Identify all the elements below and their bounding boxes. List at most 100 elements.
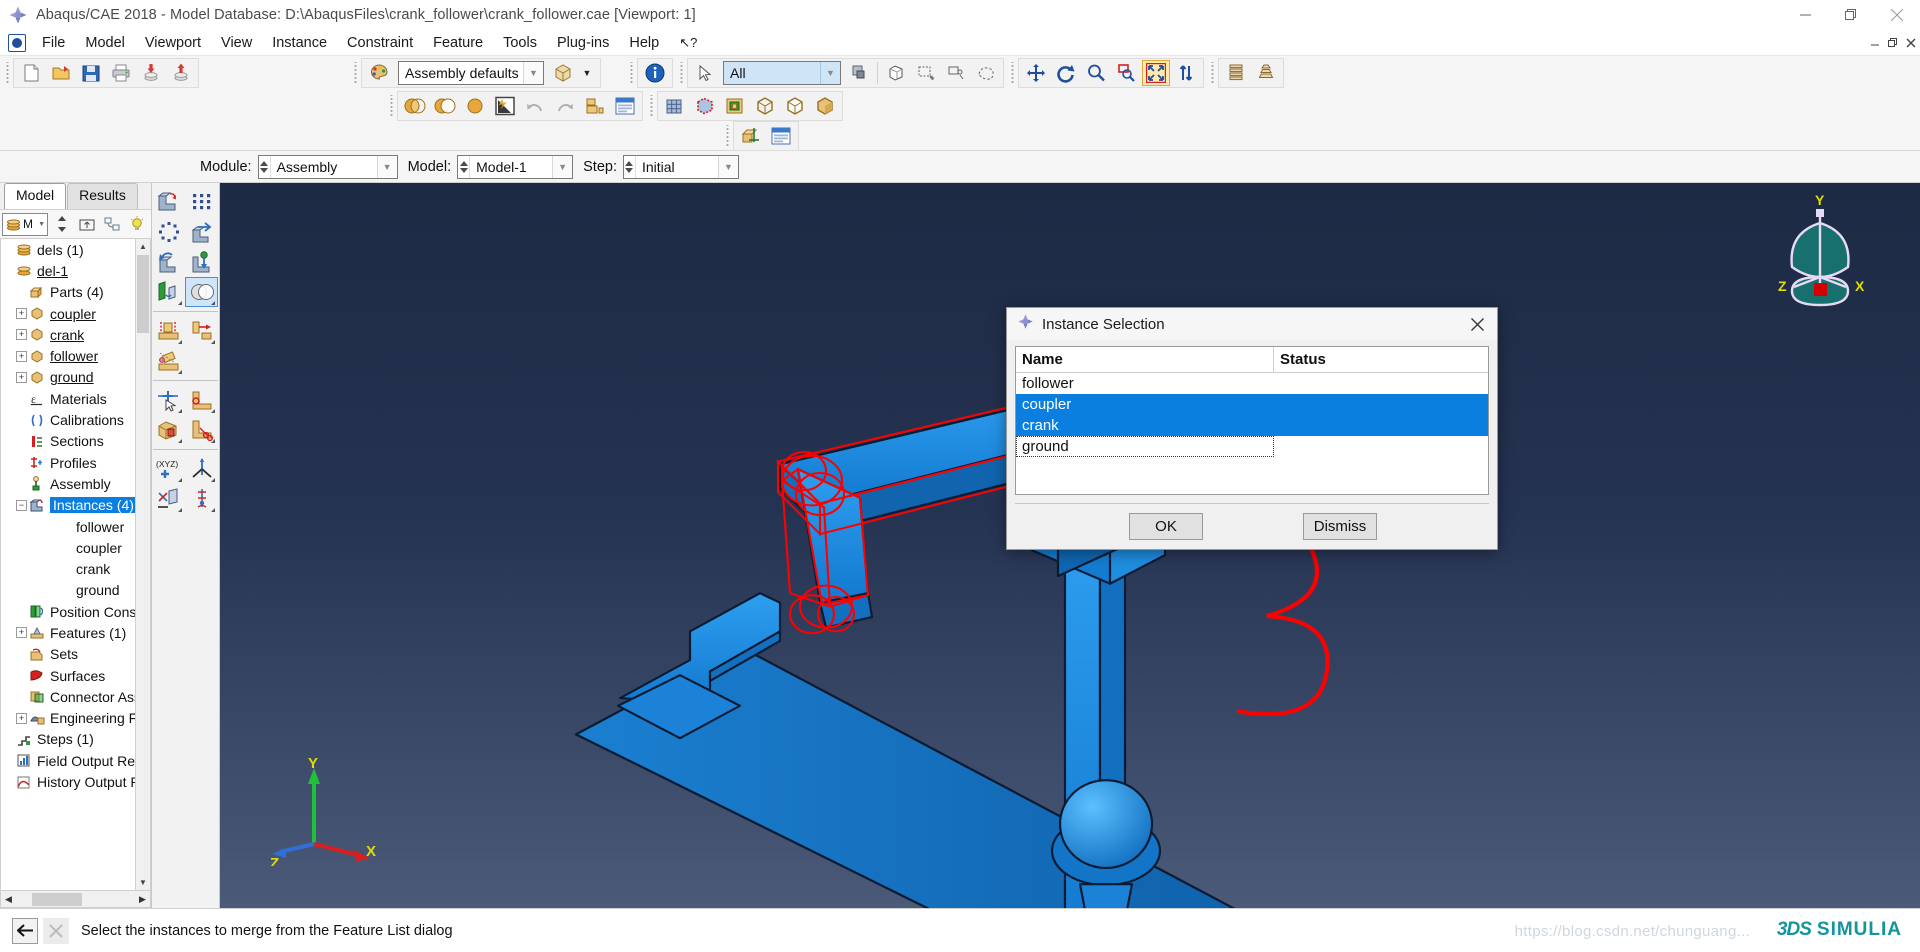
tree-sort-icon[interactable] — [50, 212, 73, 236]
shaded-icon[interactable] — [811, 93, 839, 119]
create-datum-axis-icon[interactable] — [185, 385, 218, 415]
selection-filter-combo[interactable]: All ▼ — [723, 61, 841, 85]
tree-item-sets[interactable]: Sets — [1, 644, 150, 665]
rotate-instance-icon[interactable] — [152, 247, 185, 277]
tool-flyout-corner[interactable] — [211, 409, 215, 413]
tree-item-position-constra[interactable]: Position Constra — [1, 601, 150, 622]
tree-item-assembly[interactable]: Assembly — [1, 473, 150, 494]
layer-ruler-icon[interactable] — [1222, 60, 1250, 86]
import-icon[interactable] — [137, 60, 165, 86]
tree-vertical-scrollbar[interactable]: ▲ ▼ — [135, 239, 150, 890]
dismiss-button[interactable]: Dismiss — [1303, 513, 1377, 540]
datum-csys-icon[interactable]: (XYZ) — [152, 454, 185, 484]
drag-shapes-icon[interactable] — [882, 60, 910, 86]
auto-fit-view-icon[interactable] — [1142, 60, 1170, 86]
instance-list-view[interactable]: Name Status followercouplercrankground — [1015, 346, 1489, 495]
layer-display-icon[interactable] — [767, 123, 795, 149]
collapse-minus-icon[interactable]: − — [16, 500, 27, 511]
menu-constraint[interactable]: Constraint — [337, 33, 423, 53]
constraint-coaxial-icon[interactable] — [152, 346, 185, 376]
chevron-down-icon[interactable]: ▼ — [377, 156, 397, 178]
boolean-cut-icon[interactable] — [431, 93, 459, 119]
translate-instance-icon[interactable] — [185, 217, 218, 247]
step-spinner[interactable] — [624, 156, 636, 178]
toolbar-grip-datum[interactable] — [724, 125, 731, 147]
tool-flyout-corner[interactable] — [178, 439, 182, 443]
print-icon[interactable] — [107, 60, 135, 86]
viewport-style-combo[interactable]: Assembly defaults ▼ — [398, 61, 544, 85]
hscroll-track[interactable] — [16, 892, 135, 907]
save-database-icon[interactable] — [77, 60, 105, 86]
tool-flyout-corner[interactable] — [211, 340, 215, 344]
tool-flyout-corner[interactable] — [178, 340, 182, 344]
ok-button[interactable]: OK — [1129, 513, 1203, 540]
highlight-selection-icon[interactable] — [691, 93, 719, 119]
box-zoom-icon[interactable] — [1112, 60, 1140, 86]
list-rows[interactable]: followercouplercrankground — [1016, 373, 1488, 494]
window-maximize-button[interactable] — [1828, 0, 1874, 30]
toolbar-grip-selection[interactable] — [678, 62, 685, 84]
cut-view-icon[interactable] — [721, 93, 749, 119]
rotate-view-icon[interactable] — [1052, 60, 1080, 86]
create-partition-cell-icon[interactable] — [152, 415, 185, 445]
selection-arrow-icon[interactable] — [691, 60, 719, 86]
tool-flyout-corner[interactable] — [178, 370, 182, 374]
expand-plus-icon[interactable]: + — [16, 372, 27, 383]
tree-item-crank[interactable]: crank — [1, 558, 150, 579]
column-header-status[interactable]: Status — [1274, 347, 1488, 373]
mesh-display-icon[interactable] — [661, 93, 689, 119]
menu-instance[interactable]: Instance — [262, 33, 337, 53]
tool-flyout-corner[interactable] — [211, 478, 215, 482]
tool-flyout-corner[interactable] — [211, 301, 215, 305]
toolbar-grip-query[interactable] — [628, 62, 635, 84]
tree-item-dels-1[interactable]: dels (1) — [1, 239, 150, 260]
datum-point-offset-icon[interactable] — [185, 484, 218, 514]
view-orientation-cube[interactable]: Y Z X — [1760, 191, 1880, 311]
pan-view-icon[interactable] — [1022, 60, 1050, 86]
menu-tools[interactable]: Tools — [493, 33, 547, 53]
tree-item-field-output-reque[interactable]: Field Output Reque — [1, 750, 150, 771]
partition-edge-icon[interactable] — [185, 415, 218, 445]
module-spinner[interactable] — [259, 156, 271, 178]
menu-feature[interactable]: Feature — [423, 33, 493, 53]
tree-item-engineering-fea[interactable]: +Engineering Fea — [1, 708, 150, 729]
tree-item-follower[interactable]: follower — [1, 516, 150, 537]
toolbar-grip-boolean[interactable] — [388, 95, 395, 117]
linear-pattern-icon[interactable] — [185, 187, 218, 217]
color-palette-icon[interactable] — [365, 60, 393, 86]
tree-item-instances-4[interactable]: −Instances (4) — [1, 495, 150, 516]
radial-pattern-icon[interactable] — [152, 217, 185, 247]
tool-flyout-corner[interactable] — [211, 439, 215, 443]
chevron-down-icon[interactable]: ▼ — [38, 221, 45, 228]
tree-item-history-output-req[interactable]: History Output Req — [1, 771, 150, 792]
viewport-canvas[interactable]: Y Z X Y X Z — [220, 183, 1920, 908]
open-database-icon[interactable] — [47, 60, 75, 86]
boolean-merge-icon[interactable] — [401, 93, 429, 119]
expand-plus-icon[interactable]: + — [16, 308, 27, 319]
tab-results[interactable]: Results — [67, 183, 138, 209]
menu-model[interactable]: Model — [75, 33, 135, 53]
toolbar-grip-viewport[interactable] — [352, 62, 359, 84]
tool-flyout-corner[interactable] — [178, 409, 182, 413]
vscroll-thumb[interactable] — [137, 255, 149, 333]
create-instance-icon[interactable] — [152, 187, 185, 217]
create-datum-point-icon[interactable] — [152, 385, 185, 415]
menu-plugins[interactable]: Plug-ins — [547, 33, 619, 53]
tree-item-parts-4[interactable]: Parts (4) — [1, 282, 150, 303]
menu-file[interactable]: File — [32, 33, 75, 53]
boolean-intersect-icon[interactable] — [461, 93, 489, 119]
tab-model[interactable]: Model — [4, 183, 66, 209]
new-model-database-icon[interactable] — [17, 60, 45, 86]
render-dropdown-icon[interactable]: ▼ — [579, 60, 595, 86]
merge-cut-instances-icon[interactable] — [185, 277, 218, 307]
render-style-icon[interactable] — [549, 60, 577, 86]
tree-item-coupler[interactable]: +coupler — [1, 303, 150, 324]
model-spinner[interactable] — [458, 156, 470, 178]
tree-parent-icon[interactable] — [75, 212, 98, 236]
part-manager-icon[interactable] — [581, 93, 609, 119]
window-close-button[interactable] — [1874, 0, 1920, 30]
datum-axis-principal-icon[interactable] — [185, 454, 218, 484]
expand-plus-icon[interactable]: + — [16, 351, 27, 362]
constraint-edge-to-edge-icon[interactable] — [185, 316, 218, 346]
column-header-name[interactable]: Name — [1016, 347, 1274, 373]
